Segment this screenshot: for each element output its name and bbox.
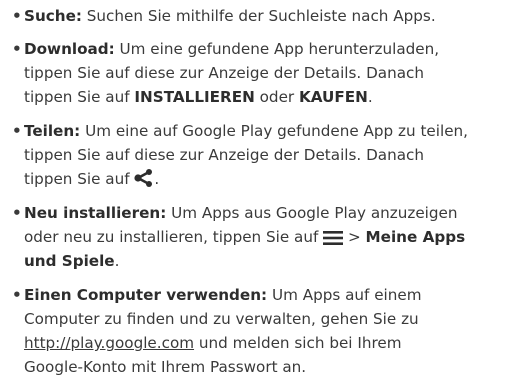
item-text: Um Apps aus Google Play anzuzeigen [166, 204, 458, 222]
share-icon [134, 169, 154, 187]
item-text: oder [254, 88, 299, 106]
list-item-computer: • Einen Computer verwenden: Um Apps auf … [12, 283, 506, 379]
item-label: Neu installieren: [24, 204, 167, 222]
item-text: oder neu zu installieren, tippen Sie auf [24, 228, 324, 246]
item-text: > [343, 228, 366, 246]
item-label: Einen Computer verwenden: [24, 286, 268, 304]
bullet-list: • Suche: Suchen Sie mithilfe der Suchlei… [0, 0, 509, 376]
item-text: Computer zu finden und zu verwalten, geh… [24, 310, 419, 328]
my-apps-label-cont: und Spiele [24, 252, 115, 270]
item-text: Um eine gefundene App herunterzuladen, [114, 40, 440, 58]
list-item-teilen: • Teilen: Um eine auf Google Play gefund… [12, 119, 506, 191]
item-text: tippen Sie auf diese zur Anzeige der Det… [24, 64, 424, 82]
item-text: Google-Konto mit Ihrem Passwort an. [24, 358, 307, 376]
play-store-link[interactable]: http://play.google.com [24, 334, 194, 352]
install-label: INSTALLIEREN [134, 88, 255, 106]
item-text: . [367, 88, 373, 106]
buy-label: KAUFEN [299, 88, 368, 106]
item-text: . [154, 170, 160, 188]
item-text: und melden sich bei Ihrem [194, 334, 402, 352]
bullet: • [12, 286, 22, 304]
my-apps-label: Meine Apps [365, 228, 466, 246]
item-text: . [114, 252, 120, 270]
item-label: Teilen: [24, 122, 81, 140]
list-item-neu-installieren: • Neu installieren: Um Apps aus Google P… [12, 201, 506, 273]
item-text: tippen Sie auf [24, 88, 135, 106]
list-item-suche: • Suche: Suchen Sie mithilfe der Suchlei… [12, 4, 506, 28]
item-text: Suchen Sie mithilfe der Suchleiste nach … [81, 7, 436, 25]
item-label: Suche: [24, 7, 82, 25]
list-item-download: • Download: Um eine gefundene App herunt… [12, 37, 506, 109]
bullet: • [12, 40, 22, 58]
item-text: Um Apps auf einem [267, 286, 422, 304]
item-text: tippen Sie auf diese zur Anzeige der Det… [24, 146, 424, 164]
item-text: Um eine auf Google Play gefundene App zu… [80, 122, 468, 140]
menu-icon [323, 231, 344, 245]
bullet: • [12, 122, 22, 140]
item-label: Download: [24, 40, 115, 58]
bullet: • [12, 7, 22, 25]
bullet: • [12, 204, 22, 222]
item-text: tippen Sie auf [24, 170, 135, 188]
